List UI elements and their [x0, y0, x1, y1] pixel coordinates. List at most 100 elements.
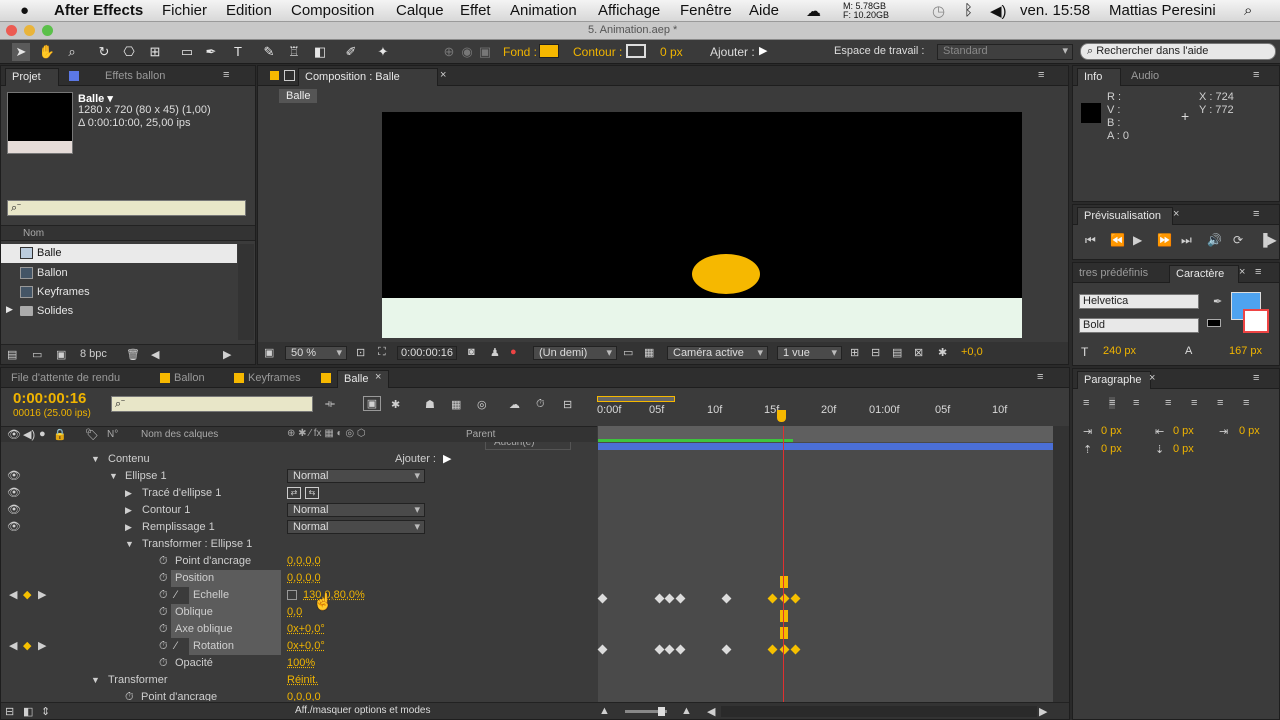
puppet-tool-icon[interactable]: ✦ — [374, 43, 392, 61]
next-keyframe-icon[interactable]: ▶ — [38, 587, 46, 604]
menu-animation[interactable]: Animation — [510, 2, 577, 19]
add-keyframe-icon[interactable]: ◆ — [23, 638, 31, 655]
property-row-echelle[interactable]: ◀ ◆ ▶ ⏱ ⁄ Echelle 130,0,80,0% — [1, 587, 597, 604]
scroll-right-icon[interactable]: ▶ — [1039, 705, 1047, 718]
property-row-trace-ellipse[interactable]: 👁 ▶ Tracé d'ellipse 1 ⇄ ⇆ — [1, 485, 597, 502]
close-tab-icon[interactable]: × — [375, 371, 381, 383]
color-channel-icon[interactable]: ● — [510, 346, 517, 358]
font-family-select[interactable]: Helvetica — [1079, 294, 1199, 309]
comp-breadcrumb[interactable]: Balle — [279, 89, 318, 103]
modes-toggle-icon[interactable]: ◧ — [23, 705, 33, 718]
menu-fichier[interactable]: Fichier — [162, 2, 207, 19]
menu-fenetre[interactable]: Fenêtre — [680, 2, 732, 19]
spotlight-icon[interactable]: ⌕ — [1244, 2, 1252, 19]
toggle-transparency-icon[interactable]: ⛶ — [378, 346, 386, 359]
leading-value[interactable]: 167 px — [1229, 345, 1262, 357]
prev-keyframe-icon[interactable]: ◀ — [9, 587, 17, 604]
stopwatch-icon[interactable]: ⏱ — [159, 553, 168, 570]
expand-arrow-icon[interactable]: ▼ — [91, 672, 100, 689]
indent-left-value[interactable]: 0 px — [1101, 425, 1122, 437]
timeline-vscroll[interactable] — [1053, 426, 1069, 702]
region-of-interest-icon[interactable]: ⊡ — [356, 346, 365, 359]
path-direction-icon[interactable]: ⇄ — [287, 487, 301, 499]
eye-icon[interactable]: 👁 — [7, 502, 21, 519]
timeline-icon[interactable]: ▤ — [892, 346, 902, 359]
next-frame-icon[interactable]: ⏩ — [1157, 233, 1172, 247]
justify-left-icon[interactable]: ≡ — [1165, 397, 1171, 409]
property-value[interactable]: 0,0,0,0 — [287, 689, 321, 701]
first-line-indent-value[interactable]: 0 px — [1239, 425, 1260, 437]
panel-menu-icon[interactable]: ≡ — [1037, 371, 1043, 383]
tab-keyframes[interactable]: Keyframes — [242, 370, 307, 388]
timeline-hscroll[interactable] — [721, 706, 1037, 717]
zoom-tool-icon[interactable]: ⌕ — [63, 43, 81, 61]
expand-toggle-icon[interactable]: ⇕ — [41, 705, 50, 718]
space-before-value[interactable]: 0 px — [1101, 443, 1122, 455]
panel-menu-icon[interactable]: ≡ — [1255, 266, 1261, 278]
close-window-button[interactable] — [6, 25, 17, 36]
motion-blur-icon[interactable]: ◎ — [477, 398, 487, 411]
time-ruler[interactable]: 0:00f 05f 10f 15f 20f 01:00f 05f 10f — [597, 390, 1055, 428]
loop-icon[interactable]: ⟳ — [1233, 233, 1243, 247]
volume-icon[interactable]: ◀) — [990, 2, 1007, 20]
property-row-contour-1[interactable]: 👁 ▶ Contour 1 Normal — [1, 502, 597, 519]
current-time-indicator[interactable] — [777, 410, 786, 422]
indent-right-value[interactable]: 0 px — [1173, 425, 1194, 437]
property-row-point-ancrage[interactable]: ⏱ Point d'ancrage 0,0,0,0 — [1, 553, 597, 570]
new-folder-icon[interactable]: ▭ — [32, 348, 42, 361]
project-search-input[interactable]: ⌕⁻ — [7, 200, 246, 216]
align-center-icon[interactable]: ≡ — [1109, 397, 1116, 409]
property-row-point-ancrage-layer[interactable]: ⏱ Point d'ancrage 0,0,0,0 — [1, 689, 597, 701]
time-machine-icon[interactable]: ◷ — [932, 2, 945, 20]
tab-effets-ballon[interactable]: Effets ballon — [99, 68, 171, 86]
scroll-left-icon[interactable]: ◀ — [707, 705, 715, 718]
keyframe[interactable] — [654, 644, 665, 655]
menu-effet[interactable]: Effet — [460, 2, 491, 19]
property-value[interactable]: 0x+0,0° — [287, 621, 325, 638]
reset-link[interactable]: Réinit. — [287, 672, 318, 689]
tab-projet[interactable]: Projet — [5, 68, 59, 86]
tab-paragraphe[interactable]: Paragraphe — [1077, 371, 1151, 389]
keyframe-selected[interactable] — [767, 644, 778, 655]
property-value[interactable]: 0x+0,0° — [287, 638, 325, 655]
keyframe[interactable] — [675, 644, 686, 655]
roto-brush-tool-icon[interactable]: ✐ — [342, 43, 360, 61]
audio-icon[interactable]: 🔊 — [1207, 233, 1222, 247]
zoom-slider-handle[interactable] — [658, 707, 665, 716]
audio-column-icon[interactable]: ◀) — [23, 428, 35, 441]
constrain-proportions-checkbox[interactable] — [287, 590, 297, 600]
comp-mini-flowchart-icon[interactable]: ⟛ — [325, 398, 335, 411]
pixel-aspect-icon[interactable]: ⊞ — [850, 346, 859, 359]
keyframe-selected[interactable] — [779, 644, 790, 655]
cloud-icon[interactable]: ☁ — [806, 2, 821, 20]
apple-icon[interactable]: ● — [20, 2, 29, 19]
rotate-tool-icon[interactable]: ↻ — [95, 43, 113, 61]
ball-ellipse[interactable] — [692, 254, 760, 294]
help-search-field[interactable]: ⌕ Rechercher dans l'aide — [1080, 43, 1276, 60]
menu-affichage[interactable]: Affichage — [598, 2, 660, 19]
zoom-out-icon[interactable]: ▲ — [599, 705, 610, 717]
prev-frame-icon[interactable]: ⏪ — [1110, 233, 1125, 247]
stroke-width[interactable]: 0 px — [660, 45, 683, 59]
keyframe-selected[interactable] — [790, 593, 801, 604]
visibility-column-icon[interactable]: 👁 — [7, 428, 21, 441]
tab-presets[interactable]: tres prédéfinis — [1073, 265, 1154, 283]
keyframe[interactable] — [664, 593, 675, 604]
expand-arrow-icon[interactable]: ▶ — [125, 519, 132, 536]
pen-tool-icon[interactable]: ✒ — [202, 43, 220, 61]
lock-icon[interactable] — [270, 71, 279, 80]
justify-all-icon[interactable]: ≡ — [1243, 397, 1249, 409]
keyframe[interactable] — [664, 644, 675, 655]
project-item[interactable]: Keyframes — [1, 283, 237, 302]
keyframe-selected[interactable] — [790, 644, 801, 655]
comp-canvas[interactable] — [382, 112, 1022, 338]
switches-toggle-icon[interactable]: ⊟ — [5, 705, 14, 718]
eraser-tool-icon[interactable]: ◧ — [311, 43, 329, 61]
keyframe[interactable] — [654, 593, 665, 604]
menu-aide[interactable]: Aide — [749, 2, 779, 19]
clone-stamp-tool-icon[interactable]: ♖ — [285, 43, 303, 61]
zoom-select[interactable]: 50 % — [285, 346, 347, 360]
graph-editor-icon[interactable]: ⊟ — [563, 398, 572, 411]
trash-icon[interactable]: 🗑 — [126, 348, 140, 361]
property-row-ellipse-1[interactable]: 👁 ▼ Ellipse 1 Normal — [1, 468, 597, 485]
